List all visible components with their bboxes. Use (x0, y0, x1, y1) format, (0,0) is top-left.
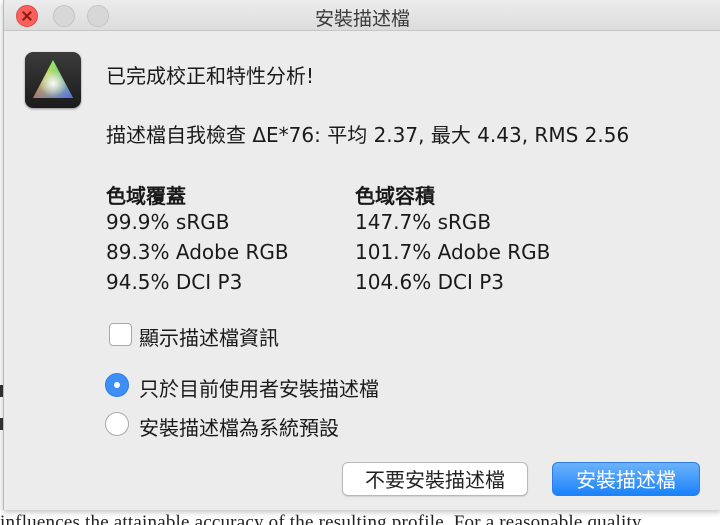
install-system-default-label[interactable]: 安裝描述檔為系統預設 (139, 412, 339, 441)
install-profile-dialog: 安裝描述檔 已完成校正和特性分析! 描述檔自我檢查 ΔE*76: 平均 2.37… (3, 0, 720, 510)
show-profile-info-checkbox[interactable] (109, 323, 132, 346)
gamut-coverage-item: 89.3% Adobe RGB (106, 240, 289, 264)
window-title: 安裝描述檔 (314, 8, 410, 30)
gamut-coverage-item: 94.5% DCI P3 (106, 270, 243, 294)
install-profile-button[interactable]: 安裝描述檔 (552, 462, 700, 496)
profile-self-check: 描述檔自我檢查 ΔE*76: 平均 2.37, 最大 4.43, RMS 2.5… (106, 123, 630, 147)
install-current-user-label[interactable]: 只於目前使用者安裝描述檔 (139, 373, 379, 402)
install-system-default-radio[interactable] (105, 412, 129, 436)
dont-install-button[interactable]: 不要安裝描述檔 (342, 462, 528, 496)
show-profile-info-label[interactable]: 顯示描述檔資訊 (139, 322, 279, 351)
title-bar: 安裝描述檔 (4, 0, 720, 31)
gamut-volume-heading: 色域容積 (355, 184, 435, 208)
gamut-volume-item: 104.6% DCI P3 (355, 270, 505, 294)
gamut-volume-item: 101.7% Adobe RGB (355, 240, 551, 264)
gamut-volume-item: 147.7% sRGB (355, 210, 492, 234)
background-page-text: influences the attainable accuracy of th… (0, 512, 642, 525)
displaycal-app-icon (25, 52, 81, 108)
gamut-triangle-icon (33, 60, 73, 98)
calibration-complete-headline: 已完成校正和特性分析! (106, 64, 315, 88)
install-current-user-radio[interactable] (105, 373, 129, 397)
gamut-coverage-item: 99.9% sRGB (106, 210, 230, 234)
gamut-coverage-heading: 色域覆蓋 (106, 184, 186, 208)
